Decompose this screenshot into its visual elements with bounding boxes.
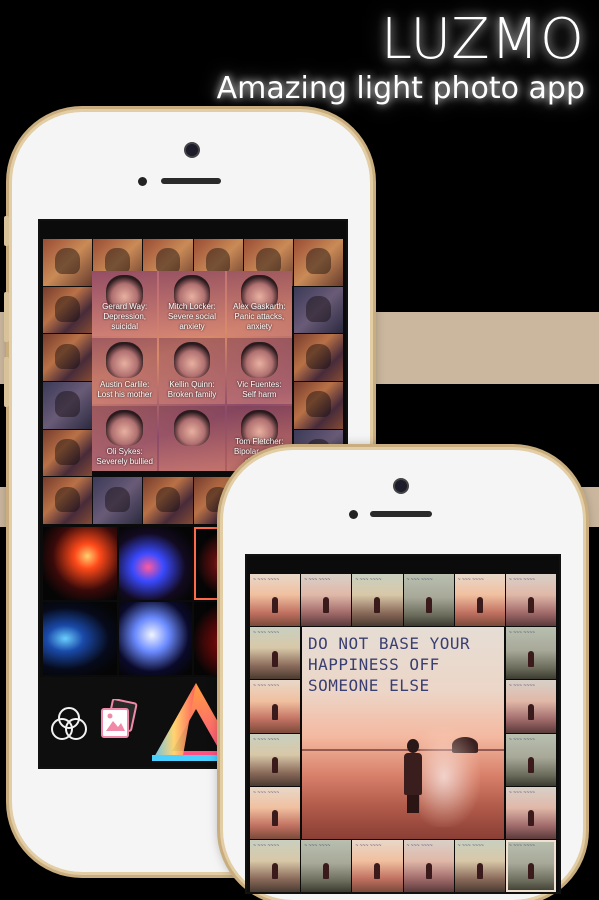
mosaic-tile[interactable] (352, 574, 403, 627)
volume-down-button (4, 357, 9, 407)
photos-icon[interactable] (98, 699, 138, 743)
collage-cell: Austin Carlile: Lost his mother (92, 338, 158, 404)
portrait-photo (241, 342, 278, 379)
mosaic-tile[interactable] (43, 477, 93, 524)
mosaic-tile[interactable] (454, 839, 505, 892)
collage-photo[interactable]: Gerard Way: Depression, suicidal Mitch Lo… (92, 271, 292, 471)
mosaic-tile[interactable] (293, 334, 343, 381)
mosaic-tile-selected[interactable] (505, 839, 556, 892)
mosaic-tile[interactable] (43, 429, 93, 477)
earpiece-speaker (370, 511, 432, 517)
portrait-photo (106, 342, 143, 379)
quote-photo[interactable]: DO NOT BASE YOUR HAPPINESS OFF SOMEONE E… (302, 627, 504, 839)
phone-mockup-front: DO NOT BASE YOUR HAPPINESS OFF SOMEONE E… (223, 450, 583, 900)
mosaic-tile[interactable] (352, 839, 403, 892)
portrait-caption: Alex Gaskarth: Panic attacks, anxiety (233, 302, 286, 332)
collage-cell: Vic Fuentes: Self harm (226, 338, 292, 404)
mosaic-tile[interactable] (505, 574, 556, 627)
collage-cell (159, 405, 225, 471)
mosaic-tile[interactable] (403, 839, 454, 892)
proximity-sensor (349, 510, 358, 519)
phone2-screen: DO NOT BASE YOUR HAPPINESS OFF SOMEONE E… (245, 554, 561, 894)
light-effect-thumbnail[interactable] (118, 602, 192, 675)
mosaic-tile[interactable] (43, 239, 93, 286)
quote-line: DO NOT BASE YOUR (308, 634, 471, 653)
mosaic-tile[interactable] (293, 286, 343, 334)
collage-cell: Oli Sykes: Severely bullied (92, 405, 158, 471)
mosaic-tile[interactable] (43, 286, 93, 334)
mosaic-tile[interactable] (301, 839, 352, 892)
handwritten-quote: DO NOT BASE YOUR HAPPINESS OFF SOMEONE E… (308, 633, 500, 696)
portrait-caption: Vic Fuentes: Self harm (237, 379, 282, 399)
mosaic-tile[interactable] (505, 627, 556, 680)
proximity-sensor (138, 177, 147, 186)
mosaic-tile[interactable] (93, 477, 143, 524)
mosaic-tile[interactable] (250, 733, 301, 786)
mute-switch (4, 216, 9, 246)
mosaic-tile[interactable] (454, 574, 505, 627)
mosaic-tile[interactable] (143, 477, 193, 524)
collage-cell: Kellin Quinn: Broken family (159, 338, 225, 404)
portrait-caption: Kellin Quinn: Broken family (167, 379, 217, 399)
mosaic-tile[interactable] (250, 574, 301, 627)
collage-cell: Gerard Way: Depression, suicidal (92, 271, 158, 337)
portrait-photo (106, 409, 143, 446)
light-flare (420, 727, 480, 827)
collage-cell: Alex Gaskarth: Panic attacks, anxiety (226, 271, 292, 337)
mosaic-tile[interactable] (43, 382, 93, 429)
mosaic-tile[interactable] (250, 680, 301, 733)
portrait-photo (173, 409, 211, 446)
person-silhouette (402, 739, 424, 813)
mosaic-tile[interactable] (505, 680, 556, 733)
app-name: LUZMO (380, 7, 585, 72)
circles-icon[interactable] (48, 703, 90, 745)
front-camera (186, 144, 198, 156)
mosaic-tile[interactable] (250, 839, 301, 892)
portrait-caption: Oli Sykes: Severely bullied (96, 447, 153, 466)
brand-header: LUZMO Amazing light photo app (217, 10, 585, 106)
mosaic-tile[interactable] (43, 334, 93, 381)
portrait-caption: Austin Carlile: Lost his mother (97, 379, 153, 399)
mosaic-tile[interactable] (250, 627, 301, 680)
portrait-caption: Gerard Way: Depression, suicidal (102, 302, 148, 332)
volume-up-button (4, 292, 9, 342)
quote-line: SOMEONE ELSE (308, 676, 430, 695)
portrait-photo (173, 342, 211, 379)
front-camera (395, 480, 407, 492)
mosaic-tile[interactable] (301, 574, 352, 627)
mosaic-tile[interactable] (505, 786, 556, 839)
mosaic-tile[interactable] (293, 382, 343, 429)
light-effect-thumbnail[interactable] (43, 527, 117, 600)
collage-cell: Mitch Locker: Severe social anxiety (159, 271, 225, 337)
mosaic-tile[interactable] (505, 733, 556, 786)
mosaic-tile[interactable] (250, 786, 301, 839)
earpiece-speaker (161, 178, 221, 184)
portrait-caption: Mitch Locker: Severe social anxiety (167, 302, 216, 332)
app-tagline: Amazing light photo app (216, 71, 585, 106)
mosaic-tile[interactable] (403, 574, 454, 627)
light-effect-thumbnail[interactable] (43, 602, 117, 675)
light-effect-thumbnail[interactable] (118, 527, 192, 600)
quote-line: HAPPINESS OFF (308, 655, 440, 674)
mosaic-tile[interactable] (293, 239, 343, 286)
